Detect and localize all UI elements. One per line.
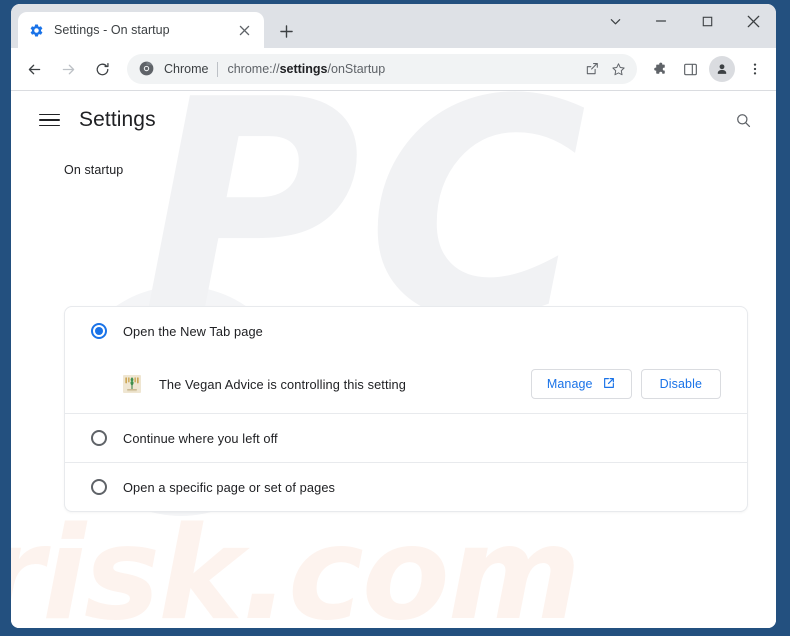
manage-button-label: Manage: [546, 377, 593, 391]
extensions-puzzle-icon[interactable]: [644, 54, 674, 84]
startup-option-label: Continue where you left off: [123, 430, 278, 446]
external-link-icon: [602, 376, 616, 393]
startup-option-specific-pages[interactable]: Open a specific page or set of pages: [65, 463, 747, 511]
bookmark-star-icon[interactable]: [605, 56, 631, 82]
startup-option-label: Open the New Tab page: [123, 323, 263, 339]
startup-option-label: Open a specific page or set of pages: [123, 479, 336, 495]
extension-control-row: The Vegan Advice is controlling this set…: [65, 355, 747, 413]
reload-icon[interactable]: [87, 54, 117, 84]
tab-title: Settings - On startup: [54, 23, 170, 37]
startup-option-new-tab[interactable]: Open the New Tab page: [65, 307, 747, 355]
settings-page: PC risk.com Settings On startup Open the…: [11, 91, 776, 628]
close-icon[interactable]: [234, 20, 254, 40]
on-startup-card: Open the New Tab page The Vegan Advice i…: [64, 306, 748, 512]
new-tab-button[interactable]: [273, 18, 299, 44]
forward-arrow-icon: [53, 54, 83, 84]
disable-button-label: Disable: [659, 377, 702, 391]
url-prefix: chrome://: [227, 62, 280, 76]
omnibox-scheme-label: Chrome: [164, 62, 209, 76]
window-controls: [592, 4, 776, 38]
browser-toolbar: Chrome chrome://settings/onStartup: [11, 48, 776, 90]
startup-option-continue[interactable]: Continue where you left off: [65, 414, 747, 462]
extension-control-text: The Vegan Advice is controlling this set…: [159, 376, 406, 392]
browser-window-frame: Settings - On startup Chrome chrome://se…: [0, 0, 790, 636]
share-icon[interactable]: [579, 56, 605, 82]
radio-button-unselected[interactable]: [91, 479, 107, 495]
hamburger-menu-icon[interactable]: [39, 107, 65, 133]
tab-search-chevron-icon[interactable]: [592, 4, 638, 38]
address-bar[interactable]: Chrome chrome://settings/onStartup: [127, 54, 637, 84]
radio-button-selected[interactable]: [91, 323, 107, 339]
omnibox-url: chrome://settings/onStartup: [227, 62, 579, 76]
settings-gear-icon: [28, 22, 44, 38]
search-icon[interactable]: [728, 105, 758, 135]
vegan-advice-extension-icon: [123, 375, 141, 393]
omnibox-divider: [217, 61, 219, 77]
disable-button[interactable]: Disable: [640, 369, 721, 399]
section-label: On startup: [64, 163, 124, 177]
side-panel-icon[interactable]: [675, 54, 705, 84]
watermark-domain: risk.com: [11, 500, 581, 629]
three-dot-menu-icon[interactable]: [740, 54, 770, 84]
settings-header: Settings: [11, 91, 776, 149]
radio-button-unselected[interactable]: [91, 430, 107, 446]
url-bold-segment: settings: [279, 62, 328, 76]
tab-strip: Settings - On startup: [11, 4, 776, 48]
manage-button[interactable]: Manage: [530, 369, 632, 399]
back-arrow-icon[interactable]: [19, 54, 49, 84]
close-button[interactable]: [730, 4, 776, 38]
minimize-button[interactable]: [638, 4, 684, 38]
chrome-logo-icon: [139, 61, 155, 77]
url-suffix: /onStartup: [327, 62, 386, 76]
profile-avatar-icon[interactable]: [709, 56, 735, 82]
page-title: Settings: [79, 108, 156, 131]
maximize-button[interactable]: [684, 4, 730, 38]
browser-tab[interactable]: Settings - On startup: [18, 12, 264, 48]
browser-window: Settings - On startup Chrome chrome://se…: [11, 4, 776, 628]
